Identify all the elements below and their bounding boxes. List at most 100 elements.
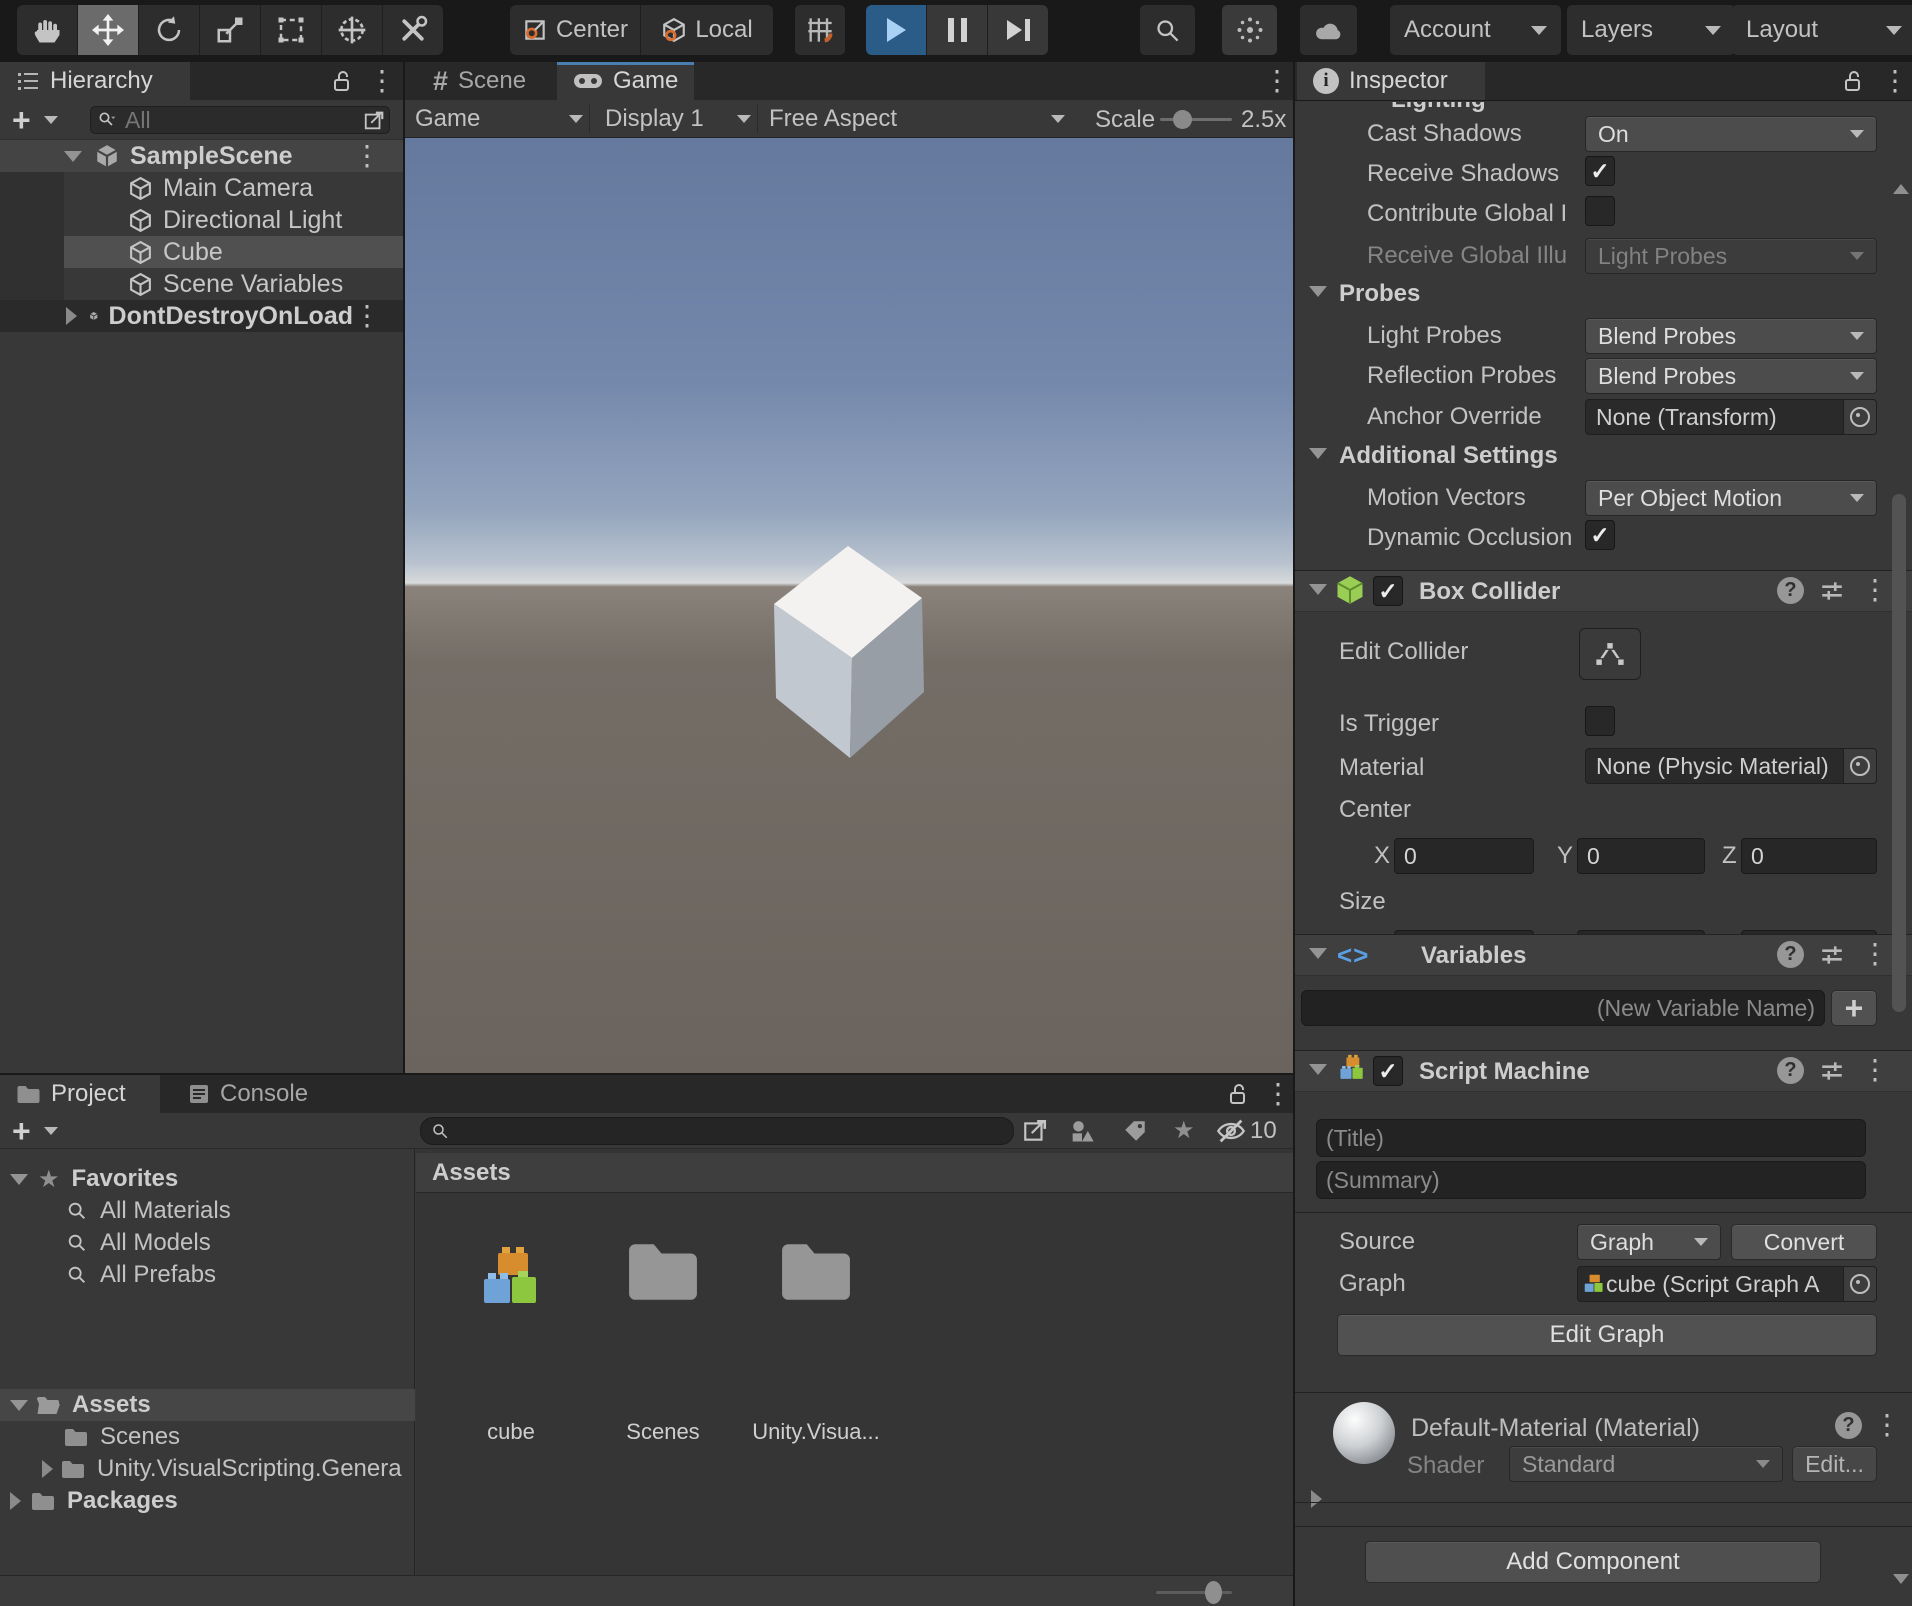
anchor-override-field[interactable]: None (Transform) xyxy=(1585,399,1877,435)
grid-snap-button[interactable] xyxy=(795,5,845,55)
lock-icon[interactable] xyxy=(330,69,354,93)
project-search-input[interactable] xyxy=(449,1117,1003,1145)
step-button[interactable] xyxy=(988,5,1048,55)
cloud-button[interactable] xyxy=(1300,5,1357,55)
transform-tool-button[interactable] xyxy=(322,5,383,55)
search-by-label-icon[interactable] xyxy=(1122,1118,1148,1144)
add-component-button[interactable]: Add Component xyxy=(1365,1541,1821,1583)
assets-breadcrumb[interactable]: Assets xyxy=(416,1153,1293,1193)
tree-row-packages[interactable]: Packages xyxy=(0,1485,415,1517)
game-menu-icon[interactable] xyxy=(1263,67,1291,95)
search-toolbar-button[interactable] xyxy=(1140,5,1195,55)
game-viewport[interactable] xyxy=(405,138,1295,1073)
presets-icon[interactable] xyxy=(1819,1058,1845,1084)
tab-hierarchy[interactable]: Hierarchy xyxy=(0,62,190,100)
create-asset-caret-icon[interactable] xyxy=(44,1127,58,1135)
lock-icon[interactable] xyxy=(1841,69,1865,93)
scene-menu-icon[interactable] xyxy=(353,142,381,170)
tree-row-all-models[interactable]: All Models xyxy=(0,1227,415,1259)
tree-row-visualscripting[interactable]: Unity.VisualScripting.Genera xyxy=(0,1453,415,1485)
is-trigger-checkbox[interactable] xyxy=(1585,706,1615,736)
hierarchy-search-field[interactable] xyxy=(90,106,390,134)
tree-row-scenes[interactable]: Scenes xyxy=(0,1421,415,1453)
tree-row-favorites[interactable]: Favorites xyxy=(0,1163,415,1195)
play-button[interactable] xyxy=(866,5,927,55)
scale-slider-track[interactable] xyxy=(1160,118,1232,121)
component-menu-icon[interactable] xyxy=(1861,576,1889,604)
saved-search-icon[interactable] xyxy=(1173,1116,1195,1145)
inspector-menu-icon[interactable] xyxy=(1881,67,1909,95)
foldout-collapsed-icon[interactable] xyxy=(66,307,77,325)
hierarchy-row-dontdestroy[interactable]: DontDestroyOnLoad xyxy=(0,300,403,332)
center-z-input[interactable] xyxy=(1741,838,1877,874)
help-icon[interactable] xyxy=(1777,941,1804,968)
foldout-icon[interactable] xyxy=(10,1174,28,1185)
foldout-collapsed-icon[interactable] xyxy=(42,1460,53,1478)
presets-icon[interactable] xyxy=(1819,578,1845,604)
graph-object-field[interactable]: cube (Script Graph A xyxy=(1577,1266,1877,1302)
tree-row-all-prefabs[interactable]: All Prefabs xyxy=(0,1259,415,1291)
hierarchy-menu-icon[interactable] xyxy=(368,67,396,95)
cast-shadows-dropdown[interactable]: On xyxy=(1585,116,1877,152)
light-probes-dropdown[interactable]: Blend Probes xyxy=(1585,318,1877,354)
component-foldout-icon[interactable] xyxy=(1309,948,1327,959)
help-icon[interactable] xyxy=(1777,1057,1804,1084)
receive-shadows-checkbox[interactable] xyxy=(1585,156,1615,186)
edit-collider-button[interactable] xyxy=(1579,628,1641,680)
custom-tools-button[interactable] xyxy=(383,5,443,55)
aspect-dropdown[interactable]: Free Aspect xyxy=(769,100,1065,138)
search-by-type-icon[interactable] xyxy=(1068,1117,1096,1145)
component-foldout-icon[interactable] xyxy=(1309,1064,1327,1075)
component-menu-icon[interactable] xyxy=(1861,1056,1889,1084)
source-dropdown[interactable]: Graph xyxy=(1577,1224,1721,1260)
hierarchy-search-input[interactable] xyxy=(123,108,353,132)
object-picker-icon[interactable] xyxy=(1843,400,1876,434)
create-object-caret-icon[interactable] xyxy=(44,116,58,124)
pause-button[interactable] xyxy=(927,5,988,55)
new-variable-name-input[interactable] xyxy=(1301,990,1825,1026)
hierarchy-row[interactable]: Directional Light xyxy=(0,204,403,236)
tree-row-assets[interactable]: Assets xyxy=(0,1389,415,1421)
thumbnail-size-slider-thumb[interactable] xyxy=(1205,1581,1222,1604)
layers-dropdown[interactable]: Layers xyxy=(1567,5,1735,55)
graph-title-input[interactable] xyxy=(1316,1119,1866,1157)
scene-menu-icon[interactable] xyxy=(353,302,381,330)
rotate-tool-button[interactable] xyxy=(139,5,200,55)
cube-object[interactable] xyxy=(760,540,930,770)
presets-icon[interactable] xyxy=(1819,942,1845,968)
material-menu-icon[interactable] xyxy=(1873,1411,1901,1439)
hidden-count-icon[interactable] xyxy=(1216,1117,1246,1145)
probes-foldout-icon[interactable] xyxy=(1309,286,1327,297)
shader-dropdown[interactable]: Standard xyxy=(1509,1446,1783,1482)
create-object-button[interactable] xyxy=(12,104,31,138)
tab-console[interactable]: Console xyxy=(172,1075,324,1113)
pivot-local-button[interactable]: Local xyxy=(641,5,773,55)
add-variable-button[interactable] xyxy=(1831,990,1877,1026)
foldout-collapsed-icon[interactable] xyxy=(10,1492,21,1510)
lock-icon[interactable] xyxy=(1226,1082,1250,1106)
project-search-field[interactable] xyxy=(420,1117,1014,1145)
shader-edit-button[interactable]: Edit... xyxy=(1792,1446,1877,1482)
hierarchy-row-scene[interactable]: SampleScene xyxy=(0,140,403,172)
hierarchy-row[interactable]: Scene Variables xyxy=(0,268,403,300)
center-y-input[interactable] xyxy=(1577,838,1705,874)
tab-inspector[interactable]: Inspector xyxy=(1297,62,1485,100)
hierarchy-row-selected[interactable]: Cube xyxy=(0,236,403,268)
tree-row-all-materials[interactable]: All Materials xyxy=(0,1195,415,1227)
hierarchy-row[interactable]: Main Camera xyxy=(0,172,403,204)
help-icon[interactable] xyxy=(1777,577,1804,604)
additional-foldout-icon[interactable] xyxy=(1309,448,1327,459)
motion-vectors-dropdown[interactable]: Per Object Motion xyxy=(1585,480,1877,516)
pivot-center-button[interactable]: Center xyxy=(510,5,641,55)
account-dropdown[interactable]: Account xyxy=(1390,5,1561,55)
open-search-window-icon[interactable] xyxy=(1022,1118,1048,1144)
graph-summary-input[interactable] xyxy=(1316,1161,1866,1199)
create-asset-button[interactable] xyxy=(12,1115,31,1149)
scale-tool-button[interactable] xyxy=(200,5,261,55)
tab-scene[interactable]: Scene xyxy=(417,62,542,100)
center-x-input[interactable] xyxy=(1394,838,1534,874)
foldout-icon[interactable] xyxy=(10,1400,28,1411)
reflection-probes-dropdown[interactable]: Blend Probes xyxy=(1585,358,1877,394)
help-icon[interactable] xyxy=(1835,1412,1862,1439)
box-collider-enabled-checkbox[interactable] xyxy=(1373,576,1403,606)
